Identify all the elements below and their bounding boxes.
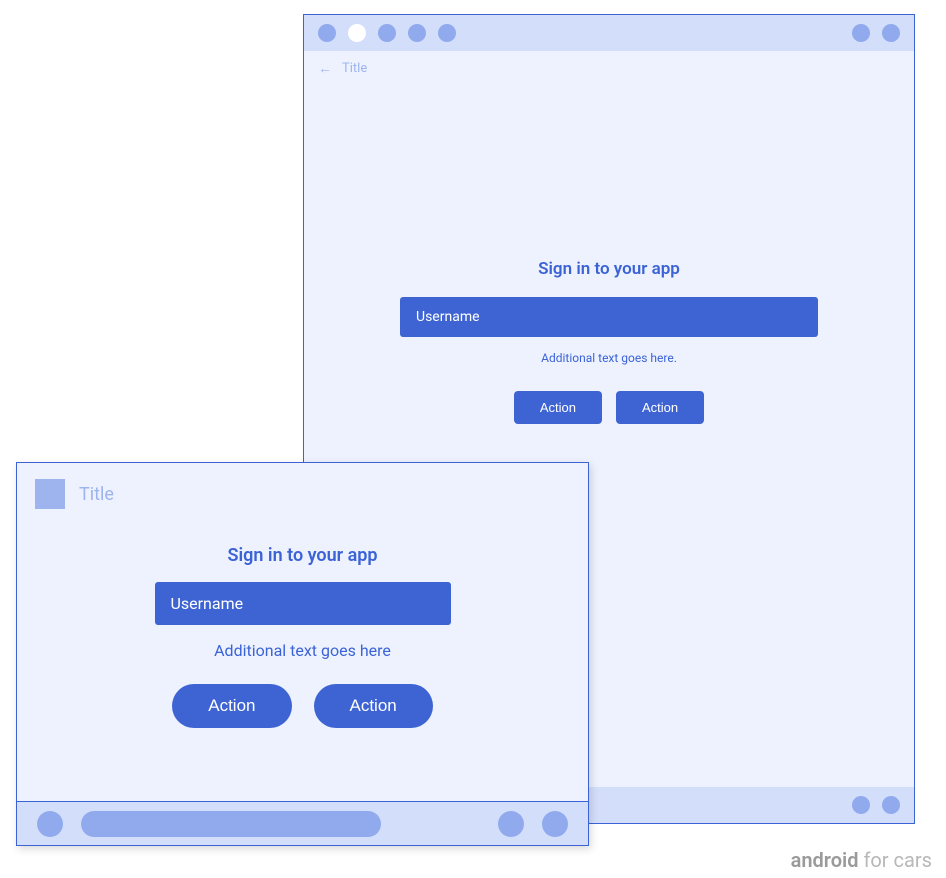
action-row: Action Action (172, 684, 433, 728)
caption-bold: android (791, 848, 859, 872)
username-input[interactable]: Username (155, 582, 451, 625)
action-row: Action Action (514, 391, 704, 424)
username-input[interactable]: Username (400, 297, 818, 337)
app-header: ← Title (304, 51, 914, 86)
status-bar (304, 15, 914, 51)
status-dot-icon (318, 24, 336, 42)
status-dot-icon (852, 24, 870, 42)
header-title: Title (342, 61, 367, 76)
nav-dot-icon (852, 796, 870, 814)
action-button-2[interactable]: Action (616, 391, 704, 424)
back-arrow-icon[interactable]: ← (318, 62, 332, 76)
header-title: Title (79, 484, 114, 505)
app-header: Title (17, 463, 588, 525)
status-dot-active-icon (348, 24, 366, 42)
form-heading: Sign in to your app (538, 259, 680, 279)
sign-in-form: Sign in to your app Username Additional … (17, 545, 588, 728)
nav-dot-icon[interactable] (498, 811, 524, 837)
action-button-1[interactable]: Action (172, 684, 291, 728)
action-button-1[interactable]: Action (514, 391, 602, 424)
nav-dot-icon (882, 796, 900, 814)
status-dot-icon (408, 24, 426, 42)
device-phone-frame: Title Sign in to your app Username Addit… (16, 462, 589, 846)
app-icon (35, 479, 65, 509)
nav-pill-icon[interactable] (81, 811, 381, 837)
form-subtext: Additional text goes here (214, 641, 391, 660)
action-button-2[interactable]: Action (314, 684, 433, 728)
sign-in-form: Sign in to your app Username Additional … (304, 259, 914, 424)
caption-rest: for cars (858, 848, 932, 872)
form-subtext: Additional text goes here. (541, 351, 677, 365)
status-dot-icon (882, 24, 900, 42)
status-dot-icon (438, 24, 456, 42)
form-heading: Sign in to your app (227, 545, 377, 566)
nav-bar (17, 801, 588, 845)
nav-dot-icon[interactable] (542, 811, 568, 837)
brand-caption: android for cars (791, 848, 932, 872)
status-dot-icon (378, 24, 396, 42)
nav-dot-icon[interactable] (37, 811, 63, 837)
